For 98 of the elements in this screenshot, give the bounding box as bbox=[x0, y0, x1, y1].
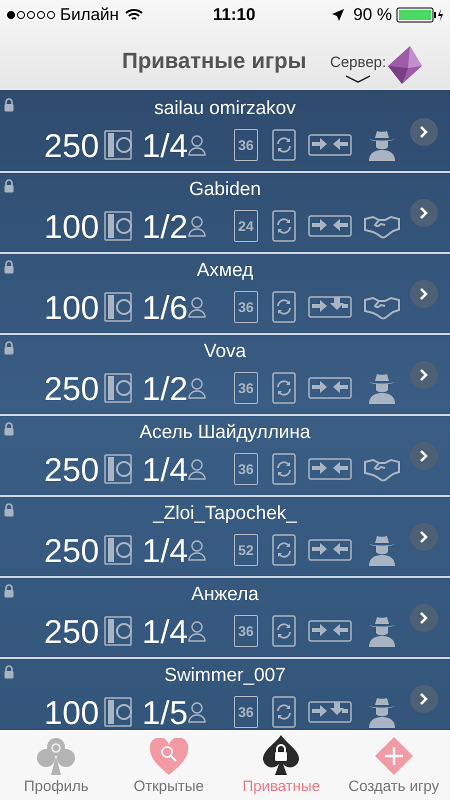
money-icon bbox=[104, 696, 132, 728]
tab-bar-item[interactable]: Создать игру bbox=[338, 730, 450, 800]
refresh-icon bbox=[272, 615, 296, 647]
user-icon bbox=[188, 296, 206, 318]
deck-size: 36 bbox=[234, 129, 258, 161]
diamond-plus-icon bbox=[374, 736, 414, 776]
tab-bar-item[interactable]: Приватные bbox=[225, 730, 338, 800]
club-icon bbox=[36, 736, 76, 776]
player-count: 1/6 bbox=[142, 290, 188, 324]
lock-icon bbox=[4, 260, 14, 274]
chevron-down-icon bbox=[345, 74, 372, 82]
player-name: Swimmer_007 bbox=[164, 665, 286, 687]
refresh-icon bbox=[272, 696, 296, 728]
deck-size: 24 bbox=[234, 210, 258, 242]
spade-icon bbox=[261, 734, 302, 776]
wifi-icon bbox=[124, 8, 143, 22]
chevron-button[interactable] bbox=[410, 199, 438, 227]
server-selector[interactable]: Сервер: bbox=[330, 44, 424, 88]
player-name: _Zloi_Tapochek_ bbox=[153, 503, 297, 525]
player-name: Асель Шайдуллина bbox=[140, 422, 310, 444]
lock-icon bbox=[4, 179, 14, 193]
bet-amount: 250 bbox=[44, 534, 100, 566]
chevron-right-icon bbox=[419, 692, 429, 706]
battery-percent: 90 % bbox=[353, 4, 392, 26]
chevron-button[interactable] bbox=[410, 523, 438, 551]
chevron-right-icon bbox=[419, 449, 429, 463]
chevron-right-icon bbox=[419, 368, 429, 382]
lock-icon bbox=[4, 422, 14, 436]
chevron-right-icon bbox=[419, 530, 429, 544]
heart-icon bbox=[148, 738, 189, 776]
bet-amount: 250 bbox=[44, 452, 100, 486]
player-name: sailau omirzakov bbox=[154, 98, 296, 120]
bet-amount: 250 bbox=[44, 614, 100, 648]
bet-amount: 100 bbox=[44, 290, 100, 324]
deck-size: 36 bbox=[234, 372, 258, 404]
lock-icon bbox=[4, 584, 14, 598]
chevron-right-icon bbox=[419, 287, 429, 301]
player-count: 1/5 bbox=[142, 696, 188, 728]
user-icon bbox=[188, 215, 206, 237]
bet-amount: 250 bbox=[44, 372, 100, 404]
deck-size: 36 bbox=[234, 615, 258, 647]
bet-amount: 100 bbox=[44, 210, 100, 242]
clock-time: 11:10 bbox=[212, 4, 256, 26]
refresh-icon bbox=[272, 129, 296, 161]
chevron-right-icon bbox=[419, 125, 429, 139]
player-count: 1/2 bbox=[142, 372, 188, 404]
player-count: 1/4 bbox=[142, 614, 188, 648]
lock-icon bbox=[4, 503, 14, 517]
refresh-icon bbox=[272, 210, 296, 242]
money-icon bbox=[104, 453, 132, 485]
money-icon bbox=[104, 291, 132, 323]
page-title: Приватные игры bbox=[122, 47, 306, 75]
user-icon bbox=[188, 620, 206, 642]
deck-size: 36 bbox=[234, 291, 258, 323]
user-icon bbox=[188, 377, 206, 399]
deck-size: 36 bbox=[234, 453, 258, 485]
player-name: Ахмед bbox=[196, 260, 254, 282]
location-arrow-icon bbox=[331, 8, 346, 22]
chevron-button[interactable] bbox=[410, 442, 438, 470]
refresh-icon bbox=[272, 291, 296, 323]
lock-icon bbox=[4, 665, 14, 679]
player-count: 1/4 bbox=[142, 452, 188, 486]
bet-amount: 250 bbox=[44, 128, 100, 162]
money-icon bbox=[104, 615, 132, 647]
money-icon bbox=[104, 129, 132, 161]
deck-size: 36 bbox=[234, 696, 258, 728]
chevron-right-icon bbox=[419, 611, 429, 625]
player-count: 1/2 bbox=[142, 210, 188, 242]
user-icon bbox=[188, 134, 206, 156]
carrier-name: Билайн bbox=[60, 4, 119, 26]
chevron-button[interactable] bbox=[410, 685, 438, 713]
chevron-button[interactable] bbox=[410, 118, 438, 146]
chevron-button[interactable] bbox=[410, 361, 438, 389]
bet-amount: 100 bbox=[44, 696, 100, 728]
money-icon bbox=[104, 210, 132, 242]
chevron-button[interactable] bbox=[410, 280, 438, 308]
tab-bar-item[interactable]: Профиль bbox=[0, 730, 112, 800]
player-name: Анжела bbox=[191, 584, 259, 606]
user-icon bbox=[188, 458, 206, 480]
tab-bar-item[interactable]: Открытые bbox=[112, 730, 225, 800]
chevron-button[interactable] bbox=[410, 604, 438, 632]
player-name: Vova bbox=[204, 341, 246, 363]
lock-icon bbox=[4, 98, 14, 112]
user-icon bbox=[188, 701, 206, 723]
money-icon bbox=[104, 534, 132, 566]
chevron-right-icon bbox=[419, 206, 429, 220]
battery-icon bbox=[396, 7, 444, 23]
refresh-icon bbox=[272, 453, 296, 485]
lock-icon bbox=[4, 341, 14, 355]
money-icon bbox=[104, 372, 132, 404]
player-count: 1/4 bbox=[142, 128, 188, 162]
player-count: 1/4 bbox=[142, 534, 188, 566]
user-icon bbox=[188, 539, 206, 561]
player-name: Gabiden bbox=[189, 179, 261, 201]
refresh-icon bbox=[272, 372, 296, 404]
signal-icon bbox=[6, 10, 56, 20]
deck-size: 52 bbox=[234, 534, 258, 566]
refresh-icon bbox=[272, 534, 296, 566]
